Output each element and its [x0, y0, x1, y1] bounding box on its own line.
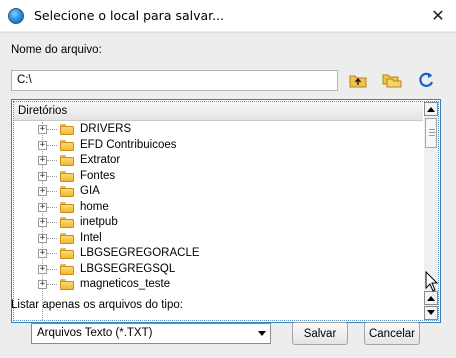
folder-icon — [60, 217, 74, 228]
new-folder-button[interactable] — [381, 70, 403, 90]
scroll-up-button-lower[interactable] — [424, 291, 438, 305]
folder-up-icon — [349, 75, 367, 88]
tree-row[interactable]: + DRIVERS — [14, 122, 423, 138]
tree-row-label: DRIVERS — [80, 123, 132, 135]
tree-row-label: magneticos_teste — [80, 278, 171, 290]
expand-icon[interactable]: + — [38, 233, 47, 243]
app-icon — [8, 8, 24, 24]
new-folder-icon — [382, 74, 402, 88]
close-button[interactable]: ✕ — [420, 0, 456, 32]
cancel-button[interactable]: Cancelar — [364, 322, 420, 345]
folder-icon — [60, 155, 74, 166]
folder-icon — [60, 263, 74, 275]
tree-row[interactable]: + Extrator — [14, 153, 423, 169]
tree-row[interactable]: + inetpub — [14, 215, 423, 231]
filetype-select[interactable]: Arquivos Texto (*.TXT) — [31, 323, 271, 344]
title-bar: Selecione o local para salvar... ✕ — [0, 0, 456, 32]
tree-connector — [47, 160, 57, 161]
tree-connector — [47, 129, 57, 130]
tree-connector — [47, 237, 57, 239]
tree-row-label: Fontes — [80, 169, 116, 182]
expand-icon[interactable]: + — [38, 171, 47, 181]
tree-row[interactable]: + EFD Contribuicoes — [14, 138, 423, 154]
expand-icon[interactable]: + — [38, 264, 47, 274]
tree-row-label: LBGSEGREGORACLE — [80, 247, 200, 259]
tree-connector — [47, 253, 57, 254]
folder-icon — [60, 232, 74, 244]
tree-connector — [47, 144, 57, 146]
refresh-button[interactable] — [415, 70, 437, 90]
tree-row-label: GIA — [80, 185, 100, 197]
scroll-down-button[interactable] — [424, 306, 438, 320]
tree-row[interactable]: + Intel — [14, 231, 423, 247]
tree-row-label: Extrator — [80, 154, 121, 166]
up-folder-button[interactable] — [347, 70, 369, 90]
folder-icon — [60, 170, 74, 182]
expand-icon[interactable]: + — [38, 249, 47, 258]
window-title: Selecione o local para salvar... — [34, 8, 225, 23]
scroll-up-icon — [427, 296, 435, 301]
tree-row[interactable]: + LBGSEGREGORACLE — [14, 246, 423, 262]
tree-connector — [47, 222, 57, 223]
scroll-thumb[interactable] — [425, 118, 437, 148]
tree-row[interactable]: + magneticos_teste — [14, 277, 423, 293]
tree-connector — [47, 206, 57, 208]
folder-icon — [60, 248, 74, 259]
folder-icon — [60, 201, 74, 213]
folder-icon — [60, 124, 74, 135]
filename-input[interactable]: C:\ — [11, 70, 338, 91]
dialog-content: Nome do arquivo: C:\ Diretórios + DRIVERS… — [0, 32, 456, 358]
scroll-down-icon — [427, 310, 435, 315]
tree-list[interactable]: + DRIVERS + EFD Contribuicoes + Extrator + Font… — [14, 122, 423, 320]
tree-row[interactable]: + LBGSEGREGSQL — [14, 262, 423, 278]
expand-icon[interactable]: + — [38, 140, 47, 150]
tree-row-label: home — [80, 200, 109, 213]
tree-row[interactable]: + GIA — [14, 184, 423, 200]
scroll-up-button[interactable] — [424, 102, 438, 116]
directory-tree[interactable]: Diretórios + DRIVERS + EFD Contribuicoes + Ex… — [11, 99, 441, 323]
tree-connector — [47, 191, 57, 192]
folder-icon — [60, 279, 74, 290]
tree-connector — [47, 268, 57, 270]
refresh-icon — [419, 72, 434, 87]
expand-icon[interactable]: + — [38, 280, 47, 289]
expand-icon[interactable]: + — [38, 156, 47, 165]
save-button[interactable]: Salvar — [292, 322, 348, 345]
tree-row-label: LBGSEGREGSQL — [80, 262, 176, 275]
folder-icon — [60, 186, 74, 197]
folder-icon — [60, 139, 74, 151]
expand-icon[interactable]: + — [38, 125, 47, 134]
expand-icon[interactable]: + — [38, 218, 47, 227]
mouse-cursor-icon — [425, 271, 439, 292]
filename-label: Nome do arquivo: — [11, 44, 102, 56]
filetype-label: Listar apenas os arquivos do tipo: — [11, 299, 183, 311]
chevron-down-icon — [254, 324, 270, 343]
tree-connector — [47, 284, 57, 285]
tree-row-label: Intel — [80, 231, 102, 244]
expand-icon[interactable]: + — [38, 202, 47, 212]
close-icon: ✕ — [431, 8, 445, 25]
tree-row[interactable]: + Fontes — [14, 169, 423, 185]
tree-connector — [47, 175, 57, 177]
expand-icon[interactable]: + — [38, 187, 47, 196]
scroll-up-icon — [427, 107, 435, 112]
tree-row-label: EFD Contribuicoes — [80, 138, 177, 151]
tree-header: Diretórios — [14, 102, 423, 121]
tree-row-label: inetpub — [80, 216, 118, 228]
filetype-selected: Arquivos Texto (*.TXT) — [37, 327, 153, 339]
tree-row[interactable]: + home — [14, 200, 423, 216]
